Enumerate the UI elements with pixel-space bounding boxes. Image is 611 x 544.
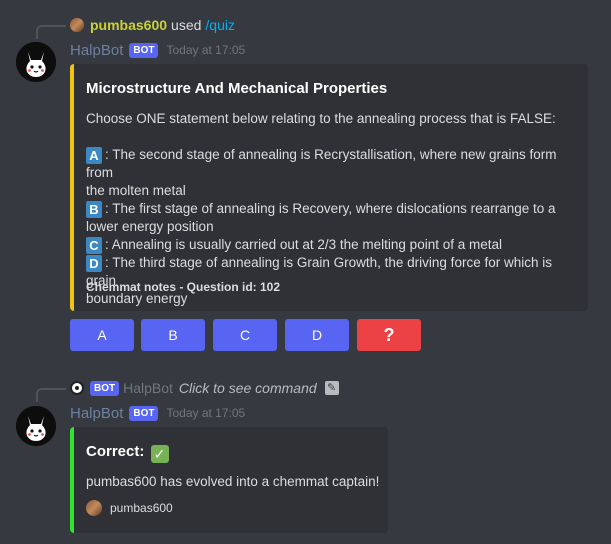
letter-d-icon: D: [86, 255, 102, 272]
reference-used-text: used: [171, 17, 202, 33]
embed-footer: Chemmat notes - Question id: 102: [86, 280, 281, 294]
answer-c-button[interactable]: C: [213, 319, 277, 351]
footer-username: pumbas600: [110, 501, 173, 515]
option-c-text-1: : Annealing is usually carried out at 2/…: [105, 237, 502, 252]
reply-reference[interactable]: pumbas600 used /quiz: [70, 16, 235, 34]
message-header: HalpBot BOT Today at 17:05: [70, 40, 245, 60]
message-timestamp-2: Today at 17:05: [166, 406, 246, 420]
bot-badge-2: BOT: [129, 405, 159, 421]
message-header-2: HalpBot BOT Today at 17:05: [70, 403, 245, 423]
halpbot-avatar-2[interactable]: [16, 406, 56, 446]
footer-user-avatar: [86, 500, 102, 516]
result-embed: Correct: ✓ pumbas600 has evolved into a …: [70, 427, 388, 533]
reference-username[interactable]: pumbas600: [90, 17, 167, 33]
reference-bot-name[interactable]: HalpBot: [123, 380, 173, 396]
result-title-text: Correct:: [86, 443, 145, 460]
answer-a-button[interactable]: A: [70, 319, 134, 351]
option-b: B: The first stage of annealing is Recov…: [86, 200, 582, 218]
option-b-text-1: : The first stage of annealing is Recove…: [105, 201, 556, 216]
click-to-see-command[interactable]: Click to see command: [179, 380, 317, 396]
answer-d-button[interactable]: D: [285, 319, 349, 351]
message-timestamp: Today at 17:05: [166, 43, 246, 57]
option-a: A: The second stage of annealing is Recr…: [86, 146, 582, 182]
result-description: pumbas600 has evolved into a chemmat cap…: [86, 474, 380, 489]
option-a-text-2: the molten metal: [86, 183, 186, 198]
author-name[interactable]: HalpBot: [70, 42, 123, 59]
letter-b-icon: B: [86, 201, 102, 218]
reply-reference-2[interactable]: BOT HalpBot Click to see command ✎: [70, 379, 339, 397]
reference-bot-avatar: [70, 381, 84, 395]
bot-badge: BOT: [129, 42, 159, 58]
option-a-text-1: : The second stage of annealing is Recry…: [86, 147, 557, 180]
halpbot-avatar[interactable]: [16, 42, 56, 82]
letter-c-icon: C: [86, 237, 102, 254]
reference-command[interactable]: /quiz: [205, 17, 235, 33]
option-b-text-2: lower energy position: [86, 219, 214, 234]
result-title: Correct: ✓: [86, 443, 169, 463]
reference-user-avatar: [70, 18, 84, 32]
option-c: C: Annealing is usually carried out at 2…: [86, 236, 582, 254]
reply-connector: [36, 25, 66, 39]
command-icon[interactable]: ✎: [324, 381, 339, 395]
help-button[interactable]: ?: [357, 319, 421, 351]
quiz-embed: Microstructure And Mechanical Properties…: [70, 64, 588, 311]
checkmark-icon: ✓: [150, 445, 169, 463]
answer-b-button[interactable]: B: [141, 319, 205, 351]
author-name-2[interactable]: HalpBot: [70, 405, 123, 422]
letter-a-icon: A: [86, 147, 102, 164]
embed-title: Microstructure And Mechanical Properties: [86, 80, 388, 97]
reference-bot-badge: BOT: [90, 380, 120, 396]
reply-connector-2: [36, 388, 66, 402]
result-footer: pumbas600: [86, 500, 173, 516]
embed-prompt: Choose ONE statement below relating to t…: [86, 111, 556, 126]
